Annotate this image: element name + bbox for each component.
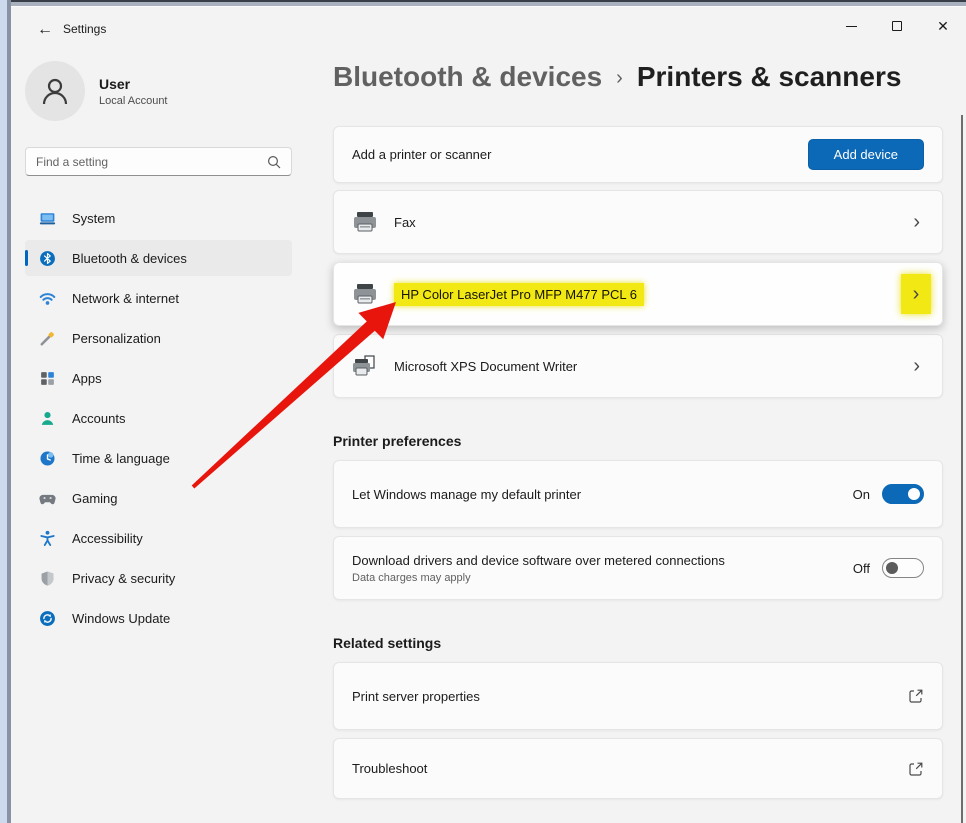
- background-window-top-edge: [0, 0, 966, 7]
- maximize-button[interactable]: [874, 8, 920, 44]
- chevron-right-icon: ›: [913, 212, 924, 232]
- sidebar-item-label: Accounts: [72, 411, 125, 426]
- sidebar-item-accessibility[interactable]: Accessibility: [25, 520, 292, 556]
- breadcrumb-separator-icon: ›: [616, 67, 623, 90]
- printer-icon: [352, 283, 378, 305]
- network-icon: [39, 290, 56, 307]
- sidebar-item-label: Apps: [72, 371, 102, 386]
- printer-name-highlighted: HP Color LaserJet Pro MFP M477 PCL 6: [394, 283, 644, 306]
- user-name: User: [99, 76, 168, 92]
- print-server-properties-label: Print server properties: [352, 689, 480, 704]
- minimize-button[interactable]: [828, 8, 874, 44]
- printer-row-hp-laserjet[interactable]: HP Color LaserJet Pro MFP M477 PCL 6 ›: [333, 262, 943, 326]
- metered-connections-sublabel: Data charges may apply: [352, 572, 725, 584]
- scrollbar[interactable]: [961, 115, 963, 823]
- page-title: Printers & scanners: [637, 61, 902, 93]
- printer-row-fax[interactable]: Fax ›: [333, 190, 943, 254]
- sidebar-item-label: Gaming: [72, 491, 118, 506]
- personalization-icon: [39, 330, 56, 347]
- default-printer-label: Let Windows manage my default printer: [352, 487, 581, 502]
- printer-document-icon: [352, 355, 378, 377]
- metered-connections-setting-card: Download drivers and device software ove…: [333, 536, 943, 600]
- apps-icon: [39, 370, 56, 387]
- default-printer-toggle[interactable]: [882, 484, 924, 504]
- time-language-icon: [39, 450, 56, 467]
- sidebar-item-label: Network & internet: [72, 291, 179, 306]
- accessibility-icon: [39, 530, 56, 547]
- add-printer-card: Add a printer or scanner Add device: [333, 126, 943, 183]
- close-button[interactable]: ✕: [920, 8, 966, 44]
- search-icon: [267, 155, 281, 169]
- sidebar-item-time-language[interactable]: Time & language: [25, 440, 292, 476]
- search-placeholder: Find a setting: [36, 155, 267, 169]
- selected-accent-bar: [25, 250, 28, 266]
- sidebar-item-privacy-security[interactable]: Privacy & security: [25, 560, 292, 596]
- printer-row-xps-writer[interactable]: Microsoft XPS Document Writer ›: [333, 334, 943, 398]
- toggle-knob: [886, 562, 898, 574]
- default-printer-setting-card: Let Windows manage my default printer On: [333, 460, 943, 528]
- minimize-icon: [846, 26, 857, 27]
- gaming-icon: [39, 490, 56, 507]
- metered-connections-label: Download drivers and device software ove…: [352, 553, 725, 568]
- sidebar-item-gaming[interactable]: Gaming: [25, 480, 292, 516]
- breadcrumb-parent[interactable]: Bluetooth & devices: [333, 61, 602, 93]
- sidebar-item-windows-update[interactable]: Windows Update: [25, 600, 292, 636]
- person-icon: [38, 74, 72, 108]
- background-window-left-edge: [0, 0, 11, 823]
- troubleshoot-link[interactable]: Troubleshoot: [333, 738, 943, 799]
- metered-connections-toggle[interactable]: [882, 558, 924, 578]
- sidebar-item-label: Windows Update: [72, 611, 170, 626]
- sidebar-item-accounts[interactable]: Accounts: [25, 400, 292, 436]
- sidebar-item-label: Accessibility: [72, 531, 143, 546]
- troubleshoot-label: Troubleshoot: [352, 761, 427, 776]
- sidebar-item-network-internet[interactable]: Network & internet: [25, 280, 292, 316]
- sidebar-item-label: Time & language: [72, 451, 170, 466]
- system-icon: [39, 210, 56, 227]
- toggle-state-label: Off: [853, 561, 870, 576]
- sidebar-item-label: Privacy & security: [72, 571, 175, 586]
- user-block[interactable]: User Local Account: [25, 61, 168, 121]
- printer-icon: [352, 211, 378, 233]
- toggle-state-label: On: [853, 487, 870, 502]
- breadcrumb: Bluetooth & devices › Printers & scanner…: [333, 61, 901, 93]
- printer-name: Microsoft XPS Document Writer: [394, 359, 577, 374]
- chevron-highlight-box: ›: [901, 274, 931, 314]
- sidebar-nav: System Bluetooth & devices Network & int…: [25, 200, 292, 640]
- sidebar-item-label: System: [72, 211, 115, 226]
- printer-name: Fax: [394, 215, 416, 230]
- sidebar-item-personalization[interactable]: Personalization: [25, 320, 292, 356]
- toggle-knob: [908, 488, 920, 500]
- chevron-right-icon: ›: [913, 284, 920, 304]
- close-icon: ✕: [937, 19, 949, 33]
- chevron-right-icon: ›: [913, 356, 924, 376]
- search-input[interactable]: Find a setting: [25, 147, 292, 176]
- back-button[interactable]: ←: [33, 18, 57, 42]
- windows-update-icon: [39, 610, 56, 627]
- sidebar-item-apps[interactable]: Apps: [25, 360, 292, 396]
- print-server-properties-link[interactable]: Print server properties: [333, 662, 943, 730]
- add-printer-label: Add a printer or scanner: [352, 147, 491, 162]
- bluetooth-icon: [39, 250, 56, 267]
- shield-icon: [39, 570, 56, 587]
- external-link-icon: [908, 761, 924, 777]
- user-account-type: Local Account: [99, 95, 168, 107]
- sidebar-item-label: Bluetooth & devices: [72, 251, 187, 266]
- printer-preferences-heading: Printer preferences: [333, 433, 461, 449]
- sidebar-item-system[interactable]: System: [25, 200, 292, 236]
- titlebar: ← Settings ✕: [11, 8, 966, 50]
- maximize-icon: [892, 21, 902, 31]
- window-title: Settings: [63, 22, 106, 36]
- avatar: [25, 61, 85, 121]
- sidebar-item-bluetooth-devices[interactable]: Bluetooth & devices: [25, 240, 292, 276]
- accounts-icon: [39, 410, 56, 427]
- related-settings-heading: Related settings: [333, 635, 441, 651]
- add-device-button[interactable]: Add device: [808, 139, 924, 170]
- external-link-icon: [908, 688, 924, 704]
- sidebar-item-label: Personalization: [72, 331, 161, 346]
